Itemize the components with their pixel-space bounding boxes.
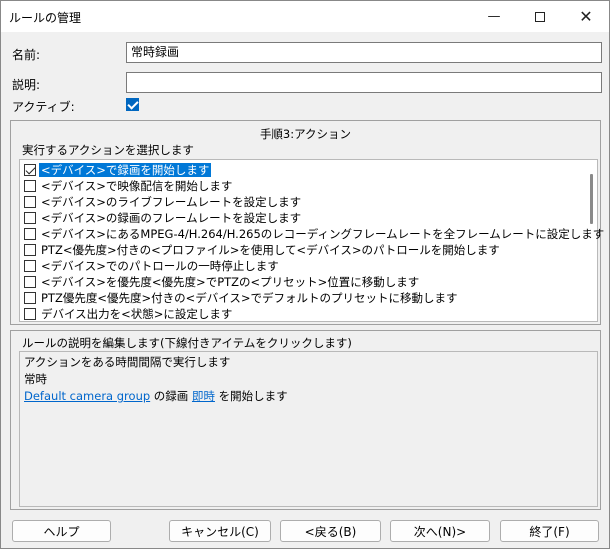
start-text: を開始します [214,389,288,403]
action-label: <デバイス>で映像配信を開始します [41,179,233,193]
minimize-icon: — [487,9,501,24]
action-list-item[interactable]: <デバイス>で録画を開始します [24,162,212,178]
action-list[interactable]: <デバイス>で録画を開始します <デバイス>で映像配信を開始します <デバイス>のラ… [19,159,604,322]
immediately-link[interactable]: 即時 [192,389,215,403]
action-label: <デバイス>を優先度<優先度>でPTZの<プリセット>位置に移動します [41,275,420,289]
action-prompt: 実行するアクションを選択します [22,143,194,157]
action-list-item[interactable]: <デバイス>にあるMPEG-4/H.264/H.265のレコーディングフレームレ… [24,226,606,242]
action-label: PTZ<優先度>付きの<プロファイル>を使用して<デバイス>のパトロールを開始し… [41,243,500,257]
actions-panel: 手順3:アクション 実行するアクションを選択します <デバイス>で録画を開始しま… [10,120,604,325]
close-icon: ✕ [579,7,593,26]
name-label: 名前: [12,48,41,62]
back-button[interactable]: <戻る(B) [280,520,381,542]
rule-description-box: アクションをある時間間隔で実行します 常時 Default camera gro… [19,351,598,507]
action-checkbox[interactable] [24,196,36,208]
close-button[interactable]: ✕ [563,1,609,32]
action-checkbox[interactable] [24,292,36,304]
cancel-button[interactable]: キャンセル(C) [169,520,271,542]
help-button[interactable]: ヘルプ [12,520,111,542]
action-label: <デバイス>のライブフレームレートを設定します [41,195,302,209]
action-list-item[interactable]: <デバイス>のライブフレームレートを設定します [24,194,303,210]
active-label: アクティブ: [12,100,75,114]
action-label: PTZ優先度<優先度>付きの<デバイス>でデフォルトのプリセットに移動します [41,291,458,305]
next-button[interactable]: 次へ(N)> [390,520,490,542]
maximize-icon [535,11,545,22]
action-checkbox[interactable] [24,180,36,192]
action-checkbox[interactable] [24,260,36,272]
description-field[interactable] [126,72,602,93]
action-list-item[interactable]: <デバイス>の録画のフレームレートを設定します [24,210,303,226]
action-checkbox[interactable] [24,212,36,224]
description-line-recording: Default camera group の録画 即時 を開始します [24,388,593,405]
rule-description-header: ルールの説明を編集します(下線付きアイテムをクリックします) [22,336,352,350]
recording-text: の録画 [150,389,192,403]
action-list-scrollbar[interactable] [590,174,593,224]
description-line-always: 常時 [24,372,47,386]
action-checkbox[interactable] [24,308,36,320]
rule-management-dialog: ルールの管理 — ✕ 名前: 常時録画 説明: アクティブ: 手順3:アクション… [0,0,610,549]
action-list-item[interactable]: PTZ<優先度>付きの<プロファイル>を使用して<デバイス>のパトロールを開始し… [24,242,502,258]
action-label: <デバイス>にあるMPEG-4/H.264/H.265のレコーディングフレームレ… [41,227,605,241]
action-list-item[interactable]: <デバイス>を優先度<優先度>でPTZの<プリセット>位置に移動します [24,274,421,290]
active-checkbox[interactable] [126,98,139,111]
action-list-item[interactable]: デバイス出力を<状態>に設定します [24,306,234,322]
step-title: 手順3:アクション [259,127,352,141]
title-bar: ルールの管理 — ✕ [1,1,609,32]
rule-description-panel: ルールの説明を編集します(下線付きアイテムをクリックします) アクションをある時… [10,330,601,510]
action-list-item[interactable]: <デバイス>で映像配信を開始します [24,178,234,194]
finish-button[interactable]: 終了(F) [500,520,599,542]
action-checkbox[interactable] [24,228,36,240]
action-checkbox[interactable] [24,164,36,176]
description-label: 説明: [12,78,41,92]
action-checkbox[interactable] [24,244,36,256]
maximize-button[interactable] [517,1,563,32]
window-title: ルールの管理 [9,11,82,25]
minimize-button[interactable]: — [471,1,517,32]
camera-group-link[interactable]: Default camera group [24,389,150,403]
action-label: <デバイス>の録画のフレームレートを設定します [41,211,302,225]
action-label: <デバイス>でのパトロールの一時停止します [41,259,279,273]
action-list-item[interactable]: PTZ優先度<優先度>付きの<デバイス>でデフォルトのプリセットに移動します [24,290,460,306]
action-checkbox[interactable] [24,276,36,288]
name-field[interactable]: 常時録画 [126,42,602,63]
description-line-interval: アクションをある時間間隔で実行します [24,355,231,369]
action-label: <デバイス>で録画を開始します [39,163,212,177]
action-list-item[interactable]: <デバイス>でのパトロールの一時停止します [24,258,281,274]
action-label: デバイス出力を<状態>に設定します [41,307,233,321]
